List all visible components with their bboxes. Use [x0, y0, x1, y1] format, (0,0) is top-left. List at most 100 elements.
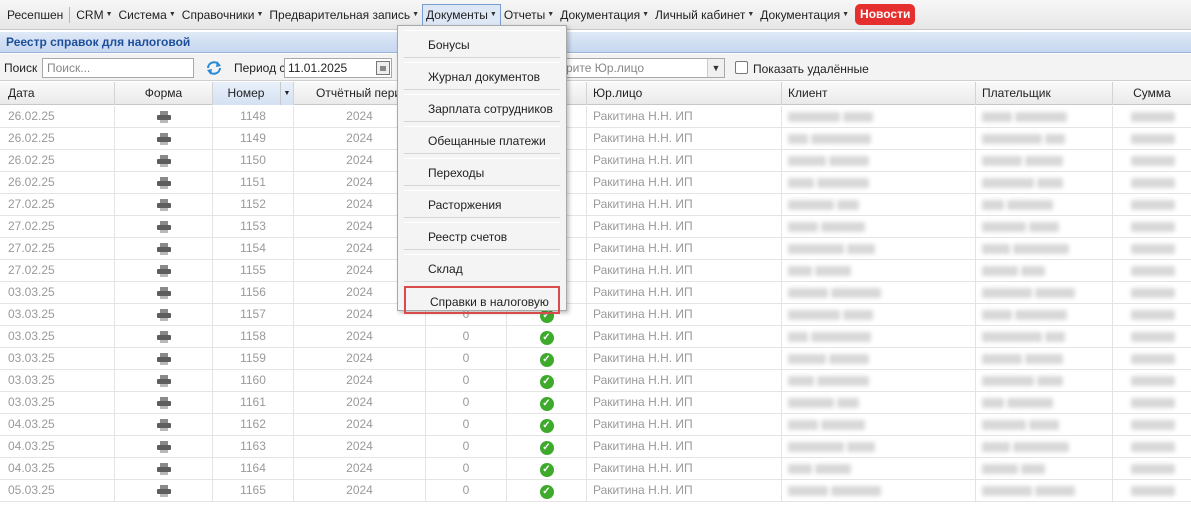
- printer-icon[interactable]: [156, 397, 171, 409]
- table-row[interactable]: 26.02.25 1148 2024 Ракитина Н.Н. ИП: [0, 106, 1191, 128]
- printer-icon[interactable]: [156, 463, 171, 475]
- chevron-down-icon[interactable]: ▼: [707, 59, 724, 77]
- cell-client: [782, 436, 976, 457]
- column-header-form[interactable]: Форма: [115, 82, 213, 105]
- cell-client: [782, 238, 976, 259]
- table-row[interactable]: 27.02.25 1152 2024 Ракитина Н.Н. ИП: [0, 194, 1191, 216]
- redacted-text: [982, 310, 1012, 320]
- cell-col5: 0: [426, 370, 507, 391]
- dropdown-item-3[interactable]: Обещанные платежи: [404, 126, 560, 154]
- printer-icon[interactable]: [156, 419, 171, 431]
- table-row[interactable]: 04.03.25 1164 2024 0 ✓ Ракитина Н.Н. ИП: [0, 458, 1191, 480]
- news-button[interactable]: Новости: [855, 4, 916, 25]
- menu-item-0[interactable]: Ресепшен: [4, 5, 66, 25]
- cell-number: 1165: [213, 480, 294, 501]
- table-row[interactable]: 05.03.25 1165 2024 0 ✓ Ракитина Н.Н. ИП: [0, 480, 1191, 502]
- printer-icon[interactable]: [156, 287, 171, 299]
- printer-icon[interactable]: [156, 243, 171, 255]
- table-row[interactable]: 03.03.25 1159 2024 0 ✓ Ракитина Н.Н. ИП: [0, 348, 1191, 370]
- redacted-text: [811, 134, 872, 144]
- printer-icon[interactable]: [156, 441, 171, 453]
- redacted-text: [788, 266, 812, 276]
- redacted-text: [843, 112, 874, 122]
- cell-entity: Ракитина Н.Н. ИП: [587, 128, 782, 149]
- cell-payer: [976, 370, 1113, 391]
- menu-item-8[interactable]: Личный кабинет ▼: [652, 5, 757, 25]
- menu-item-9[interactable]: Документация ▼: [757, 5, 852, 25]
- menu-item-1[interactable]: CRM ▼: [73, 5, 115, 25]
- dropdown-item-7[interactable]: Склад: [404, 254, 560, 282]
- dropdown-item-0[interactable]: Бонусы: [404, 30, 560, 58]
- redacted-text: [982, 420, 1026, 430]
- column-header-payer[interactable]: Плательщик: [976, 82, 1113, 105]
- table-row[interactable]: 04.03.25 1162 2024 0 ✓ Ракитина Н.Н. ИП: [0, 414, 1191, 436]
- table-row[interactable]: 27.02.25 1154 2024 Ракитина Н.Н. ИП: [0, 238, 1191, 260]
- entity-select[interactable]: рите Юр.лицо ▼: [556, 58, 725, 78]
- cell-status: ✓: [507, 326, 587, 347]
- table-row[interactable]: 03.03.25 1158 2024 0 ✓ Ракитина Н.Н. ИП: [0, 326, 1191, 348]
- cell-payer: [976, 260, 1113, 281]
- cell-date: 04.03.25: [0, 458, 115, 479]
- sort-caret-icon[interactable]: ▼: [280, 82, 293, 105]
- column-header-client[interactable]: Клиент: [782, 82, 976, 105]
- cell-amount: [1113, 348, 1191, 369]
- printer-icon[interactable]: [156, 485, 171, 497]
- dropdown-item-8[interactable]: Справки в налоговую: [404, 286, 560, 314]
- printer-icon[interactable]: [156, 199, 171, 211]
- printer-icon[interactable]: [156, 265, 171, 277]
- cell-payer: [976, 128, 1113, 149]
- table-row[interactable]: 04.03.25 1163 2024 0 ✓ Ракитина Н.Н. ИП: [0, 436, 1191, 458]
- printer-icon[interactable]: [156, 111, 171, 123]
- top-menu-bar: Ресепшен CRM ▼ Система ▼ Справочники ▼ Предвари…: [0, 0, 1191, 30]
- table-row[interactable]: 27.02.25 1153 2024 Ракитина Н.Н. ИП: [0, 216, 1191, 238]
- calendar-icon[interactable]: [376, 61, 390, 75]
- menu-item-2[interactable]: Система ▼: [116, 5, 179, 25]
- redacted-text: [1029, 420, 1060, 430]
- dropdown-item-1[interactable]: Журнал документов: [404, 62, 560, 90]
- refresh-icon[interactable]: [205, 59, 223, 77]
- redacted-text: [1035, 486, 1076, 496]
- dropdown-item-2[interactable]: Зарплата сотрудников: [404, 94, 560, 122]
- cell-entity: Ракитина Н.Н. ИП: [587, 260, 782, 281]
- redacted-text: [788, 244, 844, 254]
- table-row[interactable]: 26.02.25 1149 2024 Ракитина Н.Н. ИП: [0, 128, 1191, 150]
- column-header-number[interactable]: Номер ▼: [213, 82, 294, 105]
- table-row[interactable]: 27.02.25 1155 2024 Ракитина Н.Н. ИП: [0, 260, 1191, 282]
- menu-item-4[interactable]: Предварительная запись ▼: [266, 5, 422, 25]
- check-circle-icon: ✓: [539, 463, 554, 477]
- table-row[interactable]: 26.02.25 1150 2024 Ракитина Н.Н. ИП: [0, 150, 1191, 172]
- column-header-date[interactable]: Дата: [0, 82, 115, 105]
- table-row[interactable]: 03.03.25 1156 2024 Ракитина Н.Н. ИП: [0, 282, 1191, 304]
- cell-amount: [1113, 216, 1191, 237]
- table-row[interactable]: 26.02.25 1151 2024 Ракитина Н.Н. ИП: [0, 172, 1191, 194]
- table-row[interactable]: 03.03.25 1160 2024 0 ✓ Ракитина Н.Н. ИП: [0, 370, 1191, 392]
- period-from-field[interactable]: 11.01.2025: [284, 58, 392, 78]
- column-header-entity[interactable]: Юр.лицо: [587, 82, 782, 105]
- printer-icon[interactable]: [156, 155, 171, 167]
- printer-icon[interactable]: [156, 375, 171, 387]
- dropdown-item-6[interactable]: Реестр счетов: [404, 222, 560, 250]
- printer-icon[interactable]: [156, 309, 171, 321]
- column-header-amount[interactable]: Сумма: [1113, 82, 1191, 105]
- dropdown-item-4[interactable]: Переходы: [404, 158, 560, 186]
- cell-form: [115, 216, 213, 237]
- table-row[interactable]: 03.03.25 1157 2024 0 ✓ Ракитина Н.Н. ИП: [0, 304, 1191, 326]
- cell-client: [782, 326, 976, 347]
- table-row[interactable]: 03.03.25 1161 2024 0 ✓ Ракитина Н.Н. ИП: [0, 392, 1191, 414]
- column-header-number-label: Номер: [227, 86, 265, 100]
- printer-icon[interactable]: [156, 221, 171, 233]
- menu-item-3[interactable]: Справочники ▼: [179, 5, 267, 25]
- show-deleted-checkbox[interactable]: [735, 61, 748, 74]
- redacted-text: [1131, 442, 1175, 452]
- cell-period: 2024: [294, 436, 426, 457]
- printer-icon[interactable]: [156, 177, 171, 189]
- printer-icon[interactable]: [156, 331, 171, 343]
- dropdown-item-5[interactable]: Расторжения: [404, 190, 560, 218]
- printer-icon[interactable]: [156, 353, 171, 365]
- redacted-text: [843, 310, 874, 320]
- printer-icon[interactable]: [156, 133, 171, 145]
- menu-item-6[interactable]: Отчеты ▼: [501, 5, 557, 25]
- search-input[interactable]: [42, 58, 194, 78]
- menu-item-7[interactable]: Документация ▼: [557, 5, 652, 25]
- menu-item-5[interactable]: Документы ▼: [422, 3, 501, 26]
